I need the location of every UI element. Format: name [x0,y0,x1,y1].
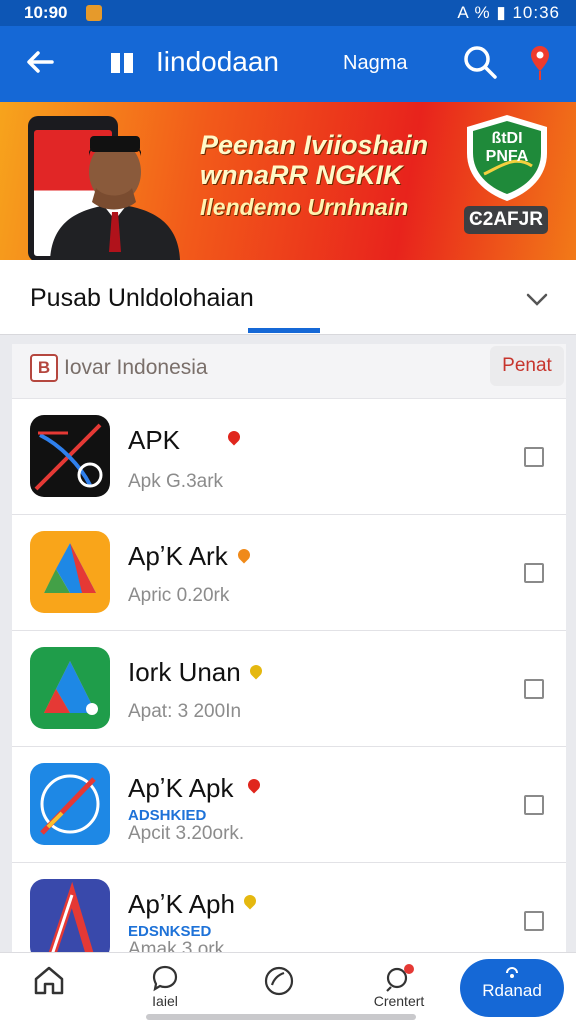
banner-headline: Peenan Iviioshain [200,130,429,160]
app-notification-icon [86,5,102,21]
select-checkbox[interactable] [524,679,544,699]
back-arrow-icon[interactable] [22,44,58,80]
app-icon [30,647,110,729]
banner-subheadline: wnnaRR NGKIK [200,160,403,190]
list-header: B Iovar Indonesia Penat [12,344,566,399]
promo-banner[interactable]: Peenan Iviioshain wnnaRR NGKIK Ilendemo … [0,102,576,260]
app-title: ApʼK Ark [128,541,228,571]
app-title: ApʼK Apk [128,773,234,803]
nav-notifications[interactable]: Crentert [364,963,434,1009]
download-button-label: Rdanad [482,981,542,1000]
app-icon [30,415,110,497]
browser-icon [264,966,294,996]
app-subtitle: Amak 3.ork [128,939,225,953]
nav-chat[interactable]: Iaiel [130,963,200,1009]
list-action-button[interactable]: Penat [490,346,564,386]
location-pin-icon [241,892,259,910]
status-time: 10:90 [24,3,68,22]
list-item[interactable]: Iork Unan Apat: 3 200In [12,631,566,747]
section-dropdown[interactable]: Pusab Unldolohaian [0,260,576,335]
app-title: APK [128,425,181,455]
status-indicators: A % ▮ 10:36 [457,3,560,23]
location-pin-icon[interactable] [527,44,553,82]
app-icon [30,879,110,953]
battery-icon: ▮ [496,3,507,22]
select-checkbox[interactable] [524,447,544,467]
app-subtitle: Apat: 3 200In [128,701,242,722]
status-time-right: 10:36 [512,3,560,22]
select-checkbox[interactable] [524,795,544,815]
shield-logo-text: ßtDI PNFA [485,130,529,165]
section-title: Pusab Unldolohaian [30,284,254,312]
download-button[interactable]: Rdanad [460,959,564,1017]
nav-home[interactable] [14,963,84,997]
app-badge-text: EDSNKSED [128,923,212,940]
location-pin-icon [235,546,253,564]
app-subtitle: Apcit 3.20ork. [128,823,245,844]
location-pin-icon [247,662,265,680]
app-badge-text: ADSHKIED [128,807,207,824]
chevron-down-icon[interactable] [522,284,552,314]
select-checkbox[interactable] [524,911,544,931]
app-icon [30,531,110,613]
home-indicator [146,1014,416,1020]
status-bar: 10:90 A % ▮ 10:36 [0,0,576,26]
location-pin-icon [245,776,263,794]
location-pin-icon [225,428,243,446]
home-icon [34,966,64,995]
app-title: ApʼK Aph [128,889,235,919]
list-item[interactable]: APK Apk G.3ark [12,399,566,515]
app-title: Iork Unan [128,657,241,687]
chat-icon [152,965,178,992]
app-bar: Iindodaan Nagma [0,26,576,102]
banner-tag: Ͼ2AFJR [464,206,548,234]
nav-chat-label: Iaiel [152,993,178,1009]
tab-indicator [248,328,320,333]
search-icon[interactable] [462,44,498,80]
person-illustration [50,136,180,260]
signal-indicators: A % [457,3,491,22]
banner-tagline: Ilendemo Urnhnain [200,194,409,220]
app-title: Iindodaan [156,46,280,77]
nav-notifications-label: Crentert [373,993,425,1009]
app-list-card: B Iovar Indonesia Penat APK Apk G.3ark A… [12,344,566,964]
list-title: Iovar Indonesia [64,356,208,379]
notification-icon [386,964,414,992]
nav-browser[interactable] [244,963,314,999]
list-item[interactable]: ApʼK Aph EDSNKSED Amak 3.ork [12,863,566,953]
book-icon [111,53,133,73]
download-icon [506,967,518,978]
app-subtitle: Apric 0.20rk [128,585,230,606]
select-checkbox[interactable] [524,563,544,583]
app-subtitle: Apk G.3ark [128,471,224,492]
app-icon [30,763,110,845]
list-badge: B [30,354,58,382]
list-item[interactable]: ApʼK Apk ADSHKIED Apcit 3.20ork. [12,747,566,863]
app-subtitle[interactable]: Nagma [343,52,407,75]
list-item[interactable]: ApʼK Ark Apric 0.20rk [12,515,566,631]
